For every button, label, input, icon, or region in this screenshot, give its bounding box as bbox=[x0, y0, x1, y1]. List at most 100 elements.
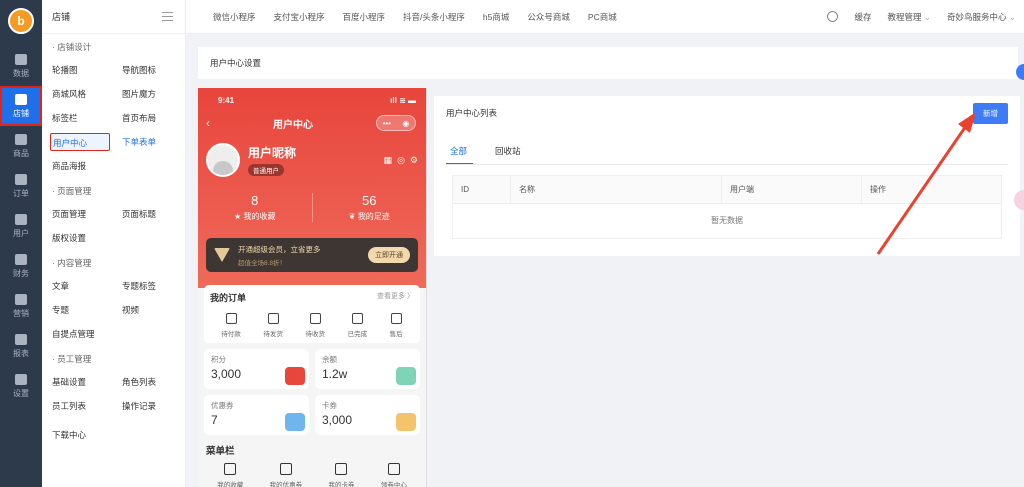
order-status-label: 待收货 bbox=[305, 331, 325, 338]
rail-item-7[interactable]: 报表 bbox=[0, 326, 42, 366]
rail-item-3[interactable]: 订单 bbox=[0, 166, 42, 206]
top-bar: 微信小程序 支付宝小程序 百度小程序 抖音/头条小程序 h5商城 公众号商城 PC商城 缓存… bbox=[186, 0, 1024, 34]
submenu-item[interactable]: 用户中心 bbox=[50, 133, 110, 151]
footprint-icon: ❦ bbox=[348, 212, 356, 221]
submenu-item[interactable]: 标签栏 bbox=[50, 106, 120, 130]
menu-group-title: · 页面管理 bbox=[52, 186, 92, 196]
submenu-item[interactable]: 角色列表 bbox=[120, 370, 190, 394]
grid-icon bbox=[15, 293, 27, 305]
rail-item-label: 报表 bbox=[13, 348, 29, 358]
rail-item-5[interactable]: 财务 bbox=[0, 246, 42, 286]
page-title: 用户中心设置 bbox=[198, 47, 1018, 79]
list-tab[interactable]: 全部 bbox=[446, 137, 474, 164]
menu-group-title: · 内容管理 bbox=[52, 258, 92, 268]
submenu-item[interactable]: 轮播图 bbox=[50, 58, 120, 82]
submenu-item[interactable]: 专题 bbox=[50, 298, 120, 322]
list-panel: 用户中心列表 新增 全部 回收站 ID 名称 用户端 操作 暂无数据 bbox=[434, 96, 1020, 256]
platform-tab[interactable]: 微信小程序 bbox=[204, 11, 265, 23]
preview-header: 9:41 ıll ≋ ▬ ‹ 用户中心 ••• ◉ 用户昵称 普通用户 ▦ ◎ ⚙ bbox=[198, 88, 426, 288]
main-area: 9:41 ıll ≋ ▬ ‹ 用户中心 ••• ◉ 用户昵称 普通用户 ▦ ◎ ⚙ bbox=[198, 88, 1024, 487]
platform-tab[interactable]: PC商城 bbox=[579, 11, 626, 23]
rail-item-label: 店铺 bbox=[13, 108, 29, 118]
platform-tab[interactable]: h5商城 bbox=[474, 11, 518, 23]
submenu-item[interactable]: 专题标签 bbox=[120, 274, 190, 298]
avatar bbox=[206, 143, 240, 177]
column-header: 用户端 bbox=[722, 176, 862, 204]
submenu-item[interactable]: 页面管理 bbox=[50, 202, 120, 226]
vip-icon bbox=[214, 248, 230, 262]
table-header: ID 名称 用户端 操作 bbox=[453, 176, 1001, 204]
platform-tab[interactable]: 百度小程序 bbox=[334, 11, 395, 23]
menu-group-title: · 店铺设计 bbox=[52, 42, 92, 52]
asset-card: 优惠券 7 bbox=[204, 395, 309, 435]
menu-group: 基础设置 角色列表 员工列表 操作记录 bbox=[42, 370, 185, 418]
menu-item-label: 我的卡券 bbox=[328, 482, 355, 487]
rail-item-label: 数据 bbox=[13, 68, 29, 78]
platform-tab[interactable]: 抖音/头条小程序 bbox=[394, 11, 474, 23]
signal-wifi-battery-icon: ıll ≋ ▬ bbox=[390, 96, 416, 105]
submenu-item[interactable]: 操作记录 bbox=[120, 394, 190, 418]
stat-label: 我的足迹 bbox=[357, 212, 390, 221]
download-center-link[interactable]: 下载中心 bbox=[42, 424, 185, 446]
column-header: 操作 bbox=[870, 185, 886, 194]
order-status-icon bbox=[309, 313, 321, 324]
asset-card: 余额 1.2w bbox=[315, 349, 420, 389]
status-time: 9:41 bbox=[218, 96, 235, 105]
tutorial-dropdown[interactable]: 教程管理 ⌄ bbox=[887, 11, 931, 23]
asset-icon bbox=[396, 413, 416, 431]
submenu-item[interactable]: 视频 bbox=[120, 298, 190, 322]
submenu-item[interactable]: 员工列表 bbox=[50, 394, 120, 418]
submenu-item[interactable]: 商品海报 bbox=[50, 154, 120, 178]
asset-label: 积分 bbox=[211, 355, 226, 364]
vip-subtext: 超值全场8.8折！ bbox=[238, 259, 287, 267]
add-button[interactable]: 新增 bbox=[973, 102, 1008, 124]
submenu-item[interactable]: 首页布局 bbox=[120, 106, 190, 130]
asset-icon bbox=[396, 367, 416, 385]
asset-icon bbox=[285, 367, 305, 385]
stat-label: 我的收藏 bbox=[243, 212, 276, 221]
download-icon[interactable] bbox=[827, 11, 839, 22]
submenu-item[interactable]: 自提点管理 bbox=[50, 322, 120, 346]
rail-item-8[interactable]: 设置 bbox=[0, 366, 42, 406]
submenu-item[interactable]: 商城风格 bbox=[50, 82, 120, 106]
asset-label: 余额 bbox=[322, 355, 337, 364]
orders-more-link: 查看更多 〉 bbox=[377, 293, 414, 300]
list-tab[interactable]: 回收站 bbox=[491, 137, 527, 164]
menu-item-icon bbox=[387, 463, 400, 475]
rail-item-0[interactable]: 数据 bbox=[0, 46, 42, 86]
user-profile: 用户昵称 普通用户 ▦ ◎ ⚙ bbox=[198, 131, 426, 177]
orders-card: 我的订单 查看更多 〉 待付款 待发货 待收货 已完成 售后 bbox=[204, 285, 420, 343]
platform-tab[interactable]: 支付宝小程序 bbox=[265, 11, 334, 23]
stat-number: 8 bbox=[251, 193, 259, 208]
submenu-item[interactable]: 下单表单 bbox=[120, 130, 190, 154]
orders-title: 我的订单 bbox=[210, 293, 247, 303]
submenu-item[interactable]: 导航图标 bbox=[120, 58, 190, 82]
list-tabs: 全部 回收站 bbox=[446, 137, 1008, 165]
home-icon bbox=[15, 53, 27, 65]
menu-item-label: 我的收藏 bbox=[217, 482, 244, 487]
platform-tab[interactable]: 公众号商城 bbox=[518, 11, 579, 23]
rail-item-label: 设置 bbox=[13, 388, 29, 398]
menu-item: 我的卡券 bbox=[328, 463, 354, 487]
account-dropdown[interactable]: 奇妙鸟服务中心 ⌄ bbox=[947, 11, 1016, 23]
column-header: ID bbox=[453, 176, 511, 204]
main-nav-rail: b 数据 店铺 商品 订单 用户 财务 营销 报表 设置 bbox=[0, 0, 42, 487]
submenu-item[interactable]: 基础设置 bbox=[50, 370, 120, 394]
asset-card: 积分 3,000 bbox=[204, 349, 309, 389]
stat-number: 56 bbox=[362, 193, 377, 208]
order-status-label: 待付款 bbox=[221, 331, 241, 338]
store-icon bbox=[15, 93, 27, 105]
order-icon bbox=[15, 173, 27, 185]
cache-button[interactable]: 缓存 bbox=[854, 11, 871, 23]
submenu-item[interactable]: 页面标题 bbox=[120, 202, 190, 226]
rail-item-2[interactable]: 商品 bbox=[0, 126, 42, 166]
rail-item-1[interactable]: 店铺 bbox=[0, 86, 42, 126]
submenu-item[interactable]: 文章 bbox=[50, 274, 120, 298]
collapse-menu-icon[interactable] bbox=[162, 12, 173, 21]
rail-item-6[interactable]: 营销 bbox=[0, 286, 42, 326]
bag-icon bbox=[15, 133, 27, 145]
data-table: ID 名称 用户端 操作 暂无数据 bbox=[452, 175, 1002, 239]
submenu-item[interactable]: 版权设置 bbox=[50, 226, 120, 250]
submenu-item[interactable]: 图片魔方 bbox=[120, 82, 190, 106]
rail-item-4[interactable]: 用户 bbox=[0, 206, 42, 246]
